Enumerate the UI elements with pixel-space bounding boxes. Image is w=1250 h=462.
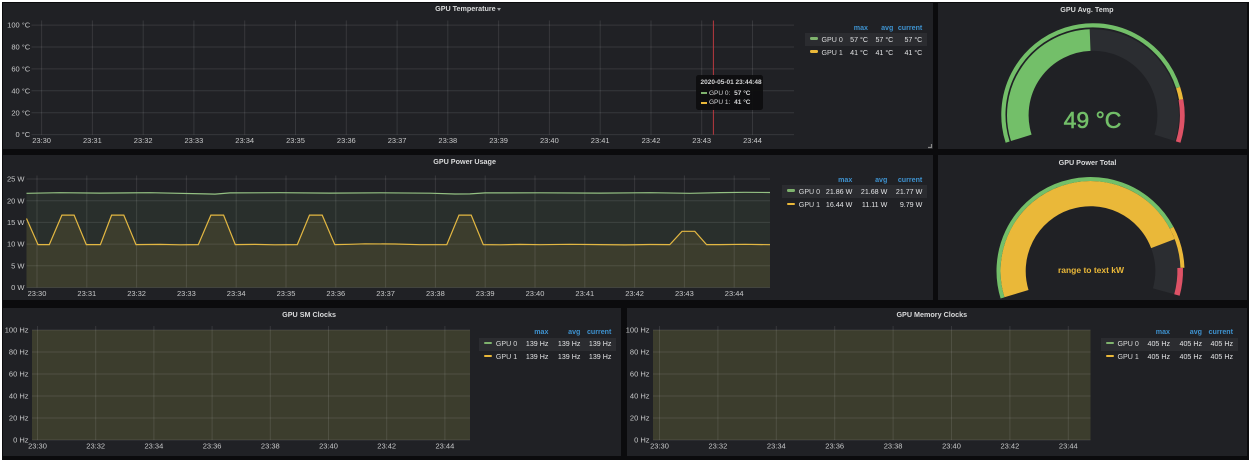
svg-text:23:30: 23:30 (32, 136, 51, 145)
svg-text:60 °C: 60 °C (11, 65, 30, 74)
svg-text:100 Hz: 100 Hz (5, 326, 29, 335)
svg-text:23:30: 23:30 (28, 289, 47, 298)
svg-text:23:30: 23:30 (650, 442, 669, 451)
svg-text:23:32: 23:32 (709, 442, 728, 451)
svg-text:80 °C: 80 °C (11, 43, 30, 52)
svg-text:0 Hz: 0 Hz (634, 436, 650, 445)
svg-text:40 °C: 40 °C (11, 86, 30, 95)
svg-text:0 W: 0 W (11, 283, 25, 292)
svg-text:23:40: 23:40 (526, 289, 545, 298)
svg-text:23:32: 23:32 (134, 136, 153, 145)
svg-text:23:34: 23:34 (235, 136, 254, 145)
svg-text:23:34: 23:34 (767, 442, 786, 451)
svg-text:80 Hz: 80 Hz (9, 348, 29, 357)
svg-text:23:44: 23:44 (1059, 442, 1078, 451)
svg-text:60 Hz: 60 Hz (9, 370, 29, 379)
svg-text:40 Hz: 40 Hz (9, 392, 29, 401)
svg-text:23:44: 23:44 (436, 442, 455, 451)
svg-text:49 °C: 49 °C (1064, 107, 1122, 133)
svg-text:40 Hz: 40 Hz (630, 392, 650, 401)
svg-text:23:35: 23:35 (286, 136, 305, 145)
svg-text:23:30: 23:30 (28, 442, 47, 451)
svg-text:23:32: 23:32 (127, 289, 146, 298)
svg-text:23:42: 23:42 (1001, 442, 1020, 451)
svg-text:range to text kW: range to text kW (1058, 265, 1125, 275)
svg-text:23:32: 23:32 (86, 442, 105, 451)
svg-text:20 Hz: 20 Hz (630, 414, 650, 423)
svg-text:100 Hz: 100 Hz (626, 326, 650, 335)
svg-text:25 W: 25 W (7, 175, 25, 184)
svg-text:23:38: 23:38 (426, 289, 445, 298)
svg-text:5 W: 5 W (11, 261, 25, 270)
svg-text:23:37: 23:37 (388, 136, 407, 145)
svg-text:23:39: 23:39 (476, 289, 495, 298)
svg-text:23:36: 23:36 (326, 289, 345, 298)
svg-text:23:38: 23:38 (261, 442, 280, 451)
svg-text:80 Hz: 80 Hz (630, 348, 650, 357)
svg-text:23:31: 23:31 (77, 289, 96, 298)
svg-text:23:40: 23:40 (540, 136, 559, 145)
svg-text:23:42: 23:42 (625, 289, 644, 298)
svg-text:23:41: 23:41 (591, 136, 610, 145)
svg-text:20 W: 20 W (7, 196, 25, 205)
svg-text:15 W: 15 W (7, 218, 25, 227)
svg-text:23:36: 23:36 (203, 442, 222, 451)
svg-text:23:33: 23:33 (185, 136, 204, 145)
svg-text:60 Hz: 60 Hz (630, 370, 650, 379)
svg-text:100 °C: 100 °C (7, 21, 31, 30)
svg-text:23:38: 23:38 (884, 442, 903, 451)
svg-text:23:34: 23:34 (145, 442, 164, 451)
svg-text:23:33: 23:33 (177, 289, 196, 298)
svg-text:20 °C: 20 °C (11, 108, 30, 117)
svg-text:23:38: 23:38 (438, 136, 457, 145)
svg-text:0 Hz: 0 Hz (13, 436, 29, 445)
svg-text:10 W: 10 W (7, 240, 25, 249)
svg-text:23:37: 23:37 (376, 289, 395, 298)
svg-text:23:41: 23:41 (575, 289, 594, 298)
svg-text:0 °C: 0 °C (16, 130, 31, 139)
svg-text:23:40: 23:40 (942, 442, 961, 451)
svg-text:23:44: 23:44 (743, 136, 762, 145)
svg-text:23:42: 23:42 (642, 136, 661, 145)
svg-text:23:43: 23:43 (675, 289, 694, 298)
svg-text:23:36: 23:36 (337, 136, 356, 145)
svg-text:23:35: 23:35 (277, 289, 296, 298)
svg-text:23:31: 23:31 (83, 136, 102, 145)
svg-text:23:44: 23:44 (725, 289, 744, 298)
svg-text:23:34: 23:34 (227, 289, 246, 298)
svg-text:23:40: 23:40 (319, 442, 338, 451)
svg-text:23:36: 23:36 (825, 442, 844, 451)
svg-text:23:42: 23:42 (377, 442, 396, 451)
svg-text:23:39: 23:39 (489, 136, 508, 145)
svg-text:20 Hz: 20 Hz (9, 414, 29, 423)
svg-text:23:43: 23:43 (692, 136, 711, 145)
